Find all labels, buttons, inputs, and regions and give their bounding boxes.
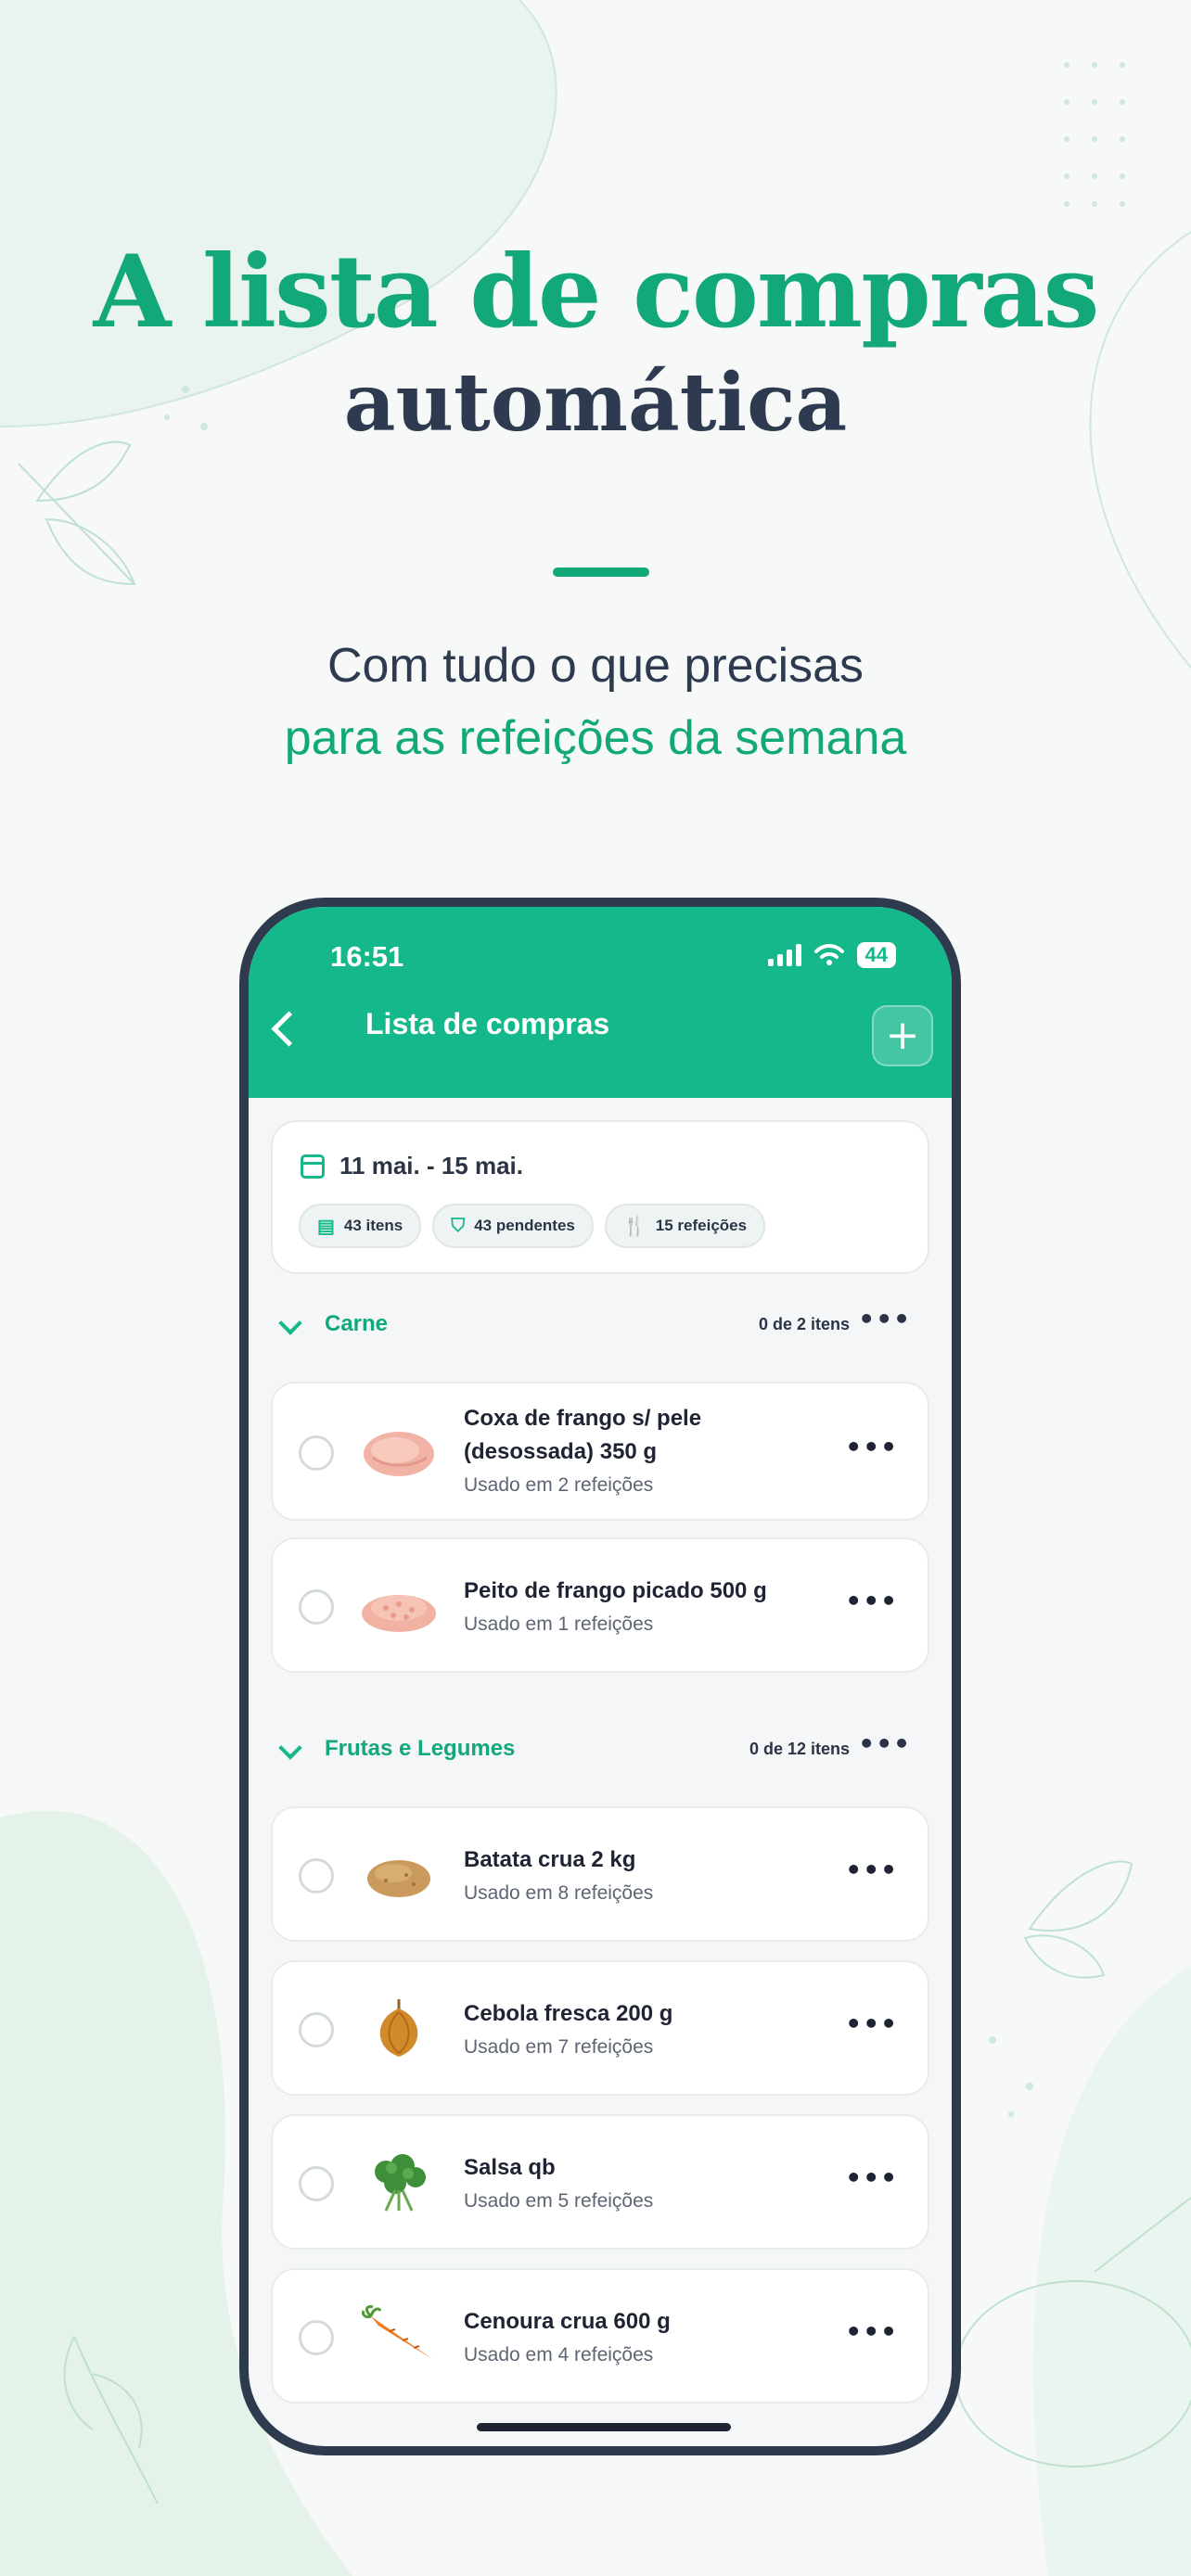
chip-items-label: 43 itens [343,1217,403,1234]
cutlery-icon: 🍴 [622,1216,647,1237]
item-usage: Usado em 5 refeições [464,2190,654,2212]
chip-pending-label: 43 pendentes [474,1217,575,1234]
item-name: Batata crua 2 kg [464,1847,636,1872]
status-time: 16:51 [330,940,404,973]
item-more-button[interactable]: ••• [845,1432,898,1462]
hero-title: A lista de compras [93,234,1100,351]
hero: A lista de compras automática [0,232,1191,454]
list-item[interactable]: Peito de frango picado 500 g Usado em 1 … [271,1537,929,1673]
section-more-button[interactable]: ••• [858,1728,911,1759]
hero-subtitle: Com tudo o que precisas [327,639,864,693]
item-more-button[interactable]: ••• [845,2316,898,2347]
carrot-image [362,2305,432,2359]
item-more-button[interactable]: ••• [845,1855,898,1885]
section-header-frutas-legumes[interactable]: Frutas e Legumes 0 de 12 itens ••• [249,1727,952,1782]
section-count: 0 de 2 itens [758,1315,850,1333]
hero-subtitle-accent: para as refeições da semana [284,711,907,765]
hero-title-secondary: automática [343,356,848,450]
hero-divider [553,567,649,577]
week-summary-card: 11 mai. - 15 mai. ▤ 43 itens ⛉ 43 penden… [271,1120,929,1274]
home-indicator[interactable] [477,2423,731,2431]
chicken-thigh-image [364,1432,434,1476]
potato-image [367,1860,430,1897]
page-title: Lista de compras [365,1007,610,1040]
basket-icon: ⛉ [451,1215,466,1236]
calendar-icon [301,1154,325,1179]
item-name: Salsa qb [464,2155,556,2180]
status-icons: 44 [767,942,896,968]
item-name: Cenoura crua 600 g [464,2309,671,2334]
list-item[interactable]: Batata crua 2 kg Usado em 8 refeições ••… [271,1806,929,1942]
item-checkbox[interactable] [299,2012,334,2047]
chip-meals[interactable]: 🍴 15 refeições [604,1204,766,1248]
wifi-icon [813,944,844,965]
battery-icon: 44 [856,942,896,968]
minced-chicken-image [362,1595,436,1632]
section-more-button[interactable]: ••• [858,1304,911,1334]
signal-icon [767,944,801,966]
list-icon: ▤ [317,1216,335,1237]
parsley-image [375,2154,426,2212]
section-title: Carne [325,1311,389,1336]
summary-chips: ▤ 43 itens ⛉ 43 pendentes 🍴 15 refeições [299,1204,766,1248]
section-count: 0 de 12 itens [749,1740,850,1758]
item-checkbox[interactable] [299,1858,334,1894]
item-more-button[interactable]: ••• [845,1586,898,1616]
add-item-button[interactable]: + [872,1005,933,1066]
app-screen: 16:51 44 Lista de compras + 11 mai. - 15… [249,907,952,2446]
item-checkbox[interactable] [299,2320,334,2355]
list-item[interactable]: Coxa de frango s/ pele (desossada) 350 g… [271,1382,929,1521]
list-item[interactable]: Cenoura crua 600 g Usado em 4 refeições … [271,2268,929,2404]
section-header-carne[interactable]: Carne 0 de 2 itens ••• [249,1302,952,1358]
item-more-button[interactable]: ••• [845,2009,898,2039]
date-range[interactable]: 11 mai. - 15 mai. [301,1152,523,1180]
item-name: Coxa de frango s/ pele [464,1406,702,1431]
back-button[interactable] [271,1011,307,1047]
chevron-down-icon [278,1311,302,1335]
item-usage: Usado em 4 refeições [464,2344,654,2366]
item-usage: Usado em 7 refeições [464,2036,654,2058]
chip-items[interactable]: ▤ 43 itens [299,1204,422,1248]
item-usage: Usado em 2 refeições [464,1474,654,1496]
item-usage: Usado em 8 refeições [464,1882,654,1904]
chevron-down-icon [278,1736,302,1760]
phone-frame: 16:51 44 Lista de compras + 11 mai. - 15… [239,898,961,2455]
date-range-label: 11 mai. - 15 mai. [339,1152,524,1180]
item-name-continued: (desossada) 350 g [464,1439,658,1464]
onion-image [379,1999,418,2057]
list-item[interactable]: Salsa qb Usado em 5 refeições ••• [271,2114,929,2250]
item-name: Cebola fresca 200 g [464,2001,673,2026]
item-checkbox[interactable] [299,1589,334,1625]
item-more-button[interactable]: ••• [845,2162,898,2193]
item-checkbox[interactable] [299,1435,334,1471]
chip-meals-label: 15 refeições [655,1217,748,1234]
item-checkbox[interactable] [299,2166,334,2201]
list-item[interactable]: Cebola fresca 200 g Usado em 7 refeições… [271,1960,929,2096]
app-header: 16:51 44 Lista de compras + [249,907,952,1098]
chip-pending[interactable]: ⛉ 43 pendentes [432,1204,594,1248]
item-name: Peito de frango picado 500 g [464,1578,767,1603]
section-title: Frutas e Legumes [325,1736,516,1761]
item-usage: Usado em 1 refeições [464,1613,654,1635]
